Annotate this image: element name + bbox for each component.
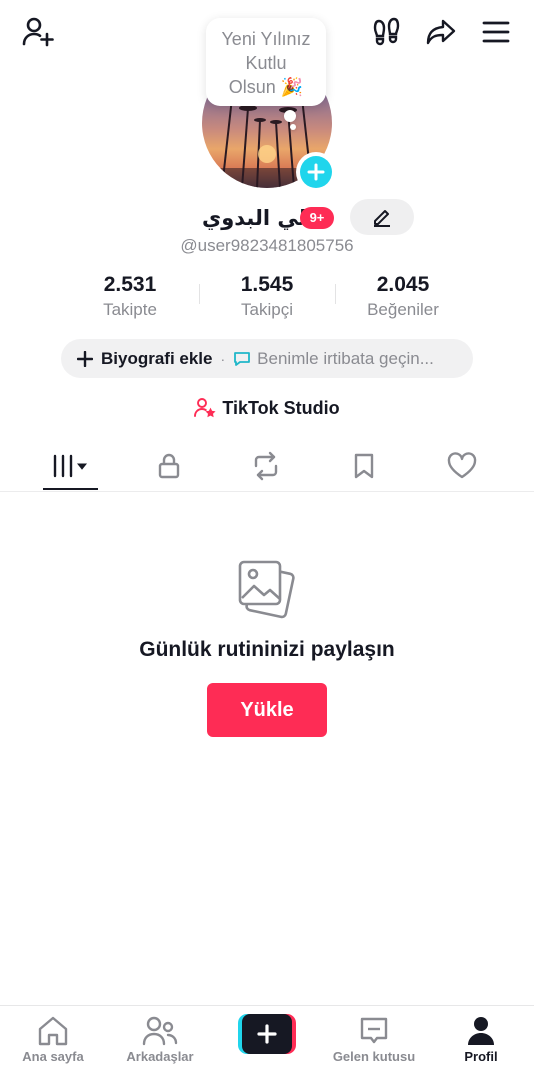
home-icon	[36, 1015, 70, 1047]
share-profile-button[interactable]	[421, 12, 461, 52]
nav-label: Gelen kutusu	[332, 1049, 416, 1064]
tiktok-studio-label: TikTok Studio	[222, 397, 340, 418]
tab-reposts[interactable]	[217, 440, 315, 492]
story-note-line: Kutlu	[245, 53, 287, 73]
tab-favorites[interactable]	[315, 440, 413, 492]
tab-private[interactable]	[120, 440, 218, 492]
upload-button[interactable]: Yükle	[207, 683, 327, 737]
share-icon	[424, 15, 458, 49]
stat-value: 2.045	[376, 273, 430, 296]
create-button[interactable]	[238, 1014, 296, 1054]
tab-liked[interactable]	[413, 440, 511, 492]
stat-label: Takipte	[103, 300, 157, 319]
bubble-tail	[284, 110, 296, 122]
bottom-navigation: Ana sayfa Arkadaşlar Gelen kutusu Profil	[0, 1005, 534, 1080]
inbox-icon	[358, 1015, 390, 1047]
photos-icon	[236, 558, 298, 620]
menu-button[interactable]	[476, 12, 516, 52]
nav-home[interactable]: Ana sayfa	[0, 1014, 106, 1076]
stat-following[interactable]: 2.531 Takipte	[65, 272, 195, 322]
bubble-tail-small	[290, 124, 296, 130]
content-tabs	[0, 440, 534, 492]
story-note-line: Olsun 🎉	[228, 77, 304, 97]
nav-label: Ana sayfa	[22, 1049, 84, 1064]
create-plus-icon	[257, 1024, 277, 1044]
active-tab-indicator	[43, 488, 98, 490]
username: @user9823481805756	[180, 236, 354, 255]
plus-icon	[77, 350, 93, 367]
creator-star-icon	[194, 397, 216, 419]
footprints-icon	[371, 16, 403, 48]
add-bio-label: Biyografi ekle	[101, 348, 213, 368]
add-story-button[interactable]	[296, 152, 336, 192]
nav-inbox[interactable]: Gelen kutusu	[321, 1014, 427, 1076]
stat-followers[interactable]: 1.545 Takipçi	[202, 272, 332, 322]
bio-pill: Biyografi ekle · Benimle irtibata geçin.…	[61, 339, 473, 378]
stat-label: Beğeniler	[367, 300, 439, 319]
pencil-icon	[371, 206, 393, 228]
plus-icon	[307, 163, 325, 181]
nav-profile[interactable]: Profil	[428, 1014, 534, 1076]
creator-footprints-button[interactable]	[367, 12, 407, 52]
tab-videos[interactable]	[22, 440, 120, 492]
friends-icon	[142, 1015, 178, 1047]
stat-label: Takipçi	[241, 300, 293, 319]
nav-friends[interactable]: Arkadaşlar	[107, 1014, 213, 1076]
separator-dot: ·	[220, 350, 226, 367]
stat-likes[interactable]: 2.045 Beğeniler	[338, 272, 468, 322]
story-note-line: Yeni Yılınız	[221, 29, 311, 49]
lock-icon	[155, 452, 183, 480]
message-bubble-icon	[233, 350, 251, 368]
contact-me-label: Benimle irtibata geçin...	[257, 348, 434, 368]
add-bio-button[interactable]: Biyografi ekle	[77, 349, 213, 369]
stat-divider	[199, 284, 200, 304]
nav-label: Profil	[464, 1049, 498, 1064]
heart-icon	[447, 452, 477, 480]
notification-badge[interactable]: 9+	[300, 207, 334, 229]
tiktok-studio-link[interactable]: TikTok Studio	[0, 395, 534, 421]
name-row: علي البدوي 9+	[0, 202, 534, 234]
videos-grid-icon	[49, 452, 93, 480]
stat-value: 2.531	[103, 273, 157, 296]
profile-stats: 2.531 Takipte 1.545 Takipçi 2.045 Beğeni…	[0, 272, 534, 324]
nav-label: Arkadaşlar	[126, 1049, 194, 1064]
add-friend-button[interactable]	[18, 12, 58, 52]
story-note-bubble[interactable]: Yeni Yılınız Kutlu Olsun 🎉	[206, 18, 326, 130]
contact-me-button[interactable]: Benimle irtibata geçin...	[233, 349, 434, 369]
profile-icon	[466, 1015, 496, 1047]
empty-state-title: Günlük rutininizi paylaşın	[139, 638, 395, 661]
hamburger-menu-icon	[481, 17, 511, 47]
bookmark-icon	[351, 452, 377, 480]
stat-divider	[335, 284, 336, 304]
edit-profile-button[interactable]	[350, 199, 414, 235]
stat-value: 1.545	[240, 273, 294, 296]
repost-icon	[250, 450, 282, 482]
add-user-icon	[21, 15, 55, 49]
